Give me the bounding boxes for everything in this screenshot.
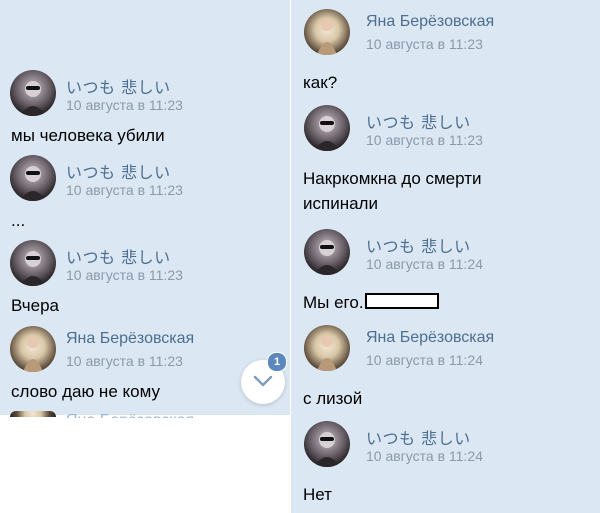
message-timestamp: 10 августа в 11:23 (366, 132, 483, 148)
message-text: с лизой (303, 389, 363, 408)
avatar[interactable] (304, 105, 350, 151)
message-text: Нет (303, 485, 332, 504)
message-text: Вчера (11, 296, 59, 315)
message-timestamp: 10 августа в 11:23 (66, 97, 183, 113)
message-timestamp: 10 августа в 11:24 (366, 448, 483, 464)
message-header: Яна Берёзовская 10 августа в 11:23 (291, 9, 600, 59)
sender-name[interactable]: いつも 悲しい (66, 159, 171, 183)
chevron-down-icon (253, 375, 273, 387)
sender-name[interactable]: Яна Берёзовская (366, 329, 494, 347)
sender-name[interactable]: いつも 悲しい (366, 109, 471, 133)
message-header: いつも 悲しい 10 августа в 11:23 (0, 240, 290, 290)
sender-name[interactable]: いつも 悲しい (366, 425, 471, 449)
message-header: いつも 悲しい 10 августа в 11:24 (291, 421, 600, 471)
avatar[interactable] (10, 326, 56, 372)
sender-name[interactable]: いつも 悲しい (66, 244, 171, 268)
message-text: ... (11, 211, 26, 230)
left-chat-screenshot: いつも 悲しい 10 августа в 11:23 мы человека у… (0, 0, 290, 513)
message-text: как? (303, 73, 338, 92)
avatar[interactable] (304, 325, 350, 371)
message-timestamp: 10 августа в 11:24 (366, 352, 483, 368)
message-header: Яна Берёзовская 10 августа в 11:24 (291, 325, 600, 375)
message-header: いつも 悲しい 10 августа в 11:23 (0, 155, 290, 205)
message-text-line: испинали (303, 194, 378, 213)
sender-name[interactable]: Яна Берёзовская (366, 13, 494, 31)
message-header: いつも 悲しい 10 августа в 11:23 (0, 70, 290, 120)
sender-name[interactable]: いつも 悲しい (366, 233, 471, 257)
message-text-visible: Мы его. (303, 293, 364, 312)
message-timestamp: 10 августа в 11:23 (66, 353, 183, 369)
sender-name-partial: Яна Берёзовская (66, 412, 194, 418)
message-timestamp: 10 августа в 11:24 (366, 256, 483, 272)
avatar[interactable] (304, 229, 350, 275)
message-timestamp: 10 августа в 11:23 (66, 182, 183, 198)
sender-name[interactable]: Яна Берёзовская (66, 330, 194, 348)
avatar[interactable] (10, 240, 56, 286)
message-text: мы человека убили (11, 126, 165, 145)
unread-count-badge: 1 (267, 352, 287, 372)
sender-name[interactable]: いつも 悲しい (66, 74, 171, 98)
message-timestamp: 10 августа в 11:23 (366, 36, 483, 52)
avatar[interactable] (304, 9, 350, 55)
avatar[interactable] (10, 70, 56, 116)
avatar[interactable] (10, 155, 56, 201)
message-header: いつも 悲しい 10 августа в 11:23 (291, 105, 600, 155)
message-text-line: Накркомкна до смерти (303, 169, 482, 188)
redaction-box (364, 293, 439, 309)
message-timestamp: 10 августа в 11:23 (66, 267, 183, 283)
message-text: слово даю не кому (11, 382, 160, 401)
avatar[interactable] (304, 421, 350, 467)
avatar-partial (10, 411, 56, 417)
message-text: Мы его. (303, 291, 439, 315)
right-chat-screenshot: Яна Берёзовская 10 августа в 11:23 как? … (291, 0, 600, 513)
message-header: いつも 悲しい 10 августа в 11:24 (291, 229, 600, 279)
